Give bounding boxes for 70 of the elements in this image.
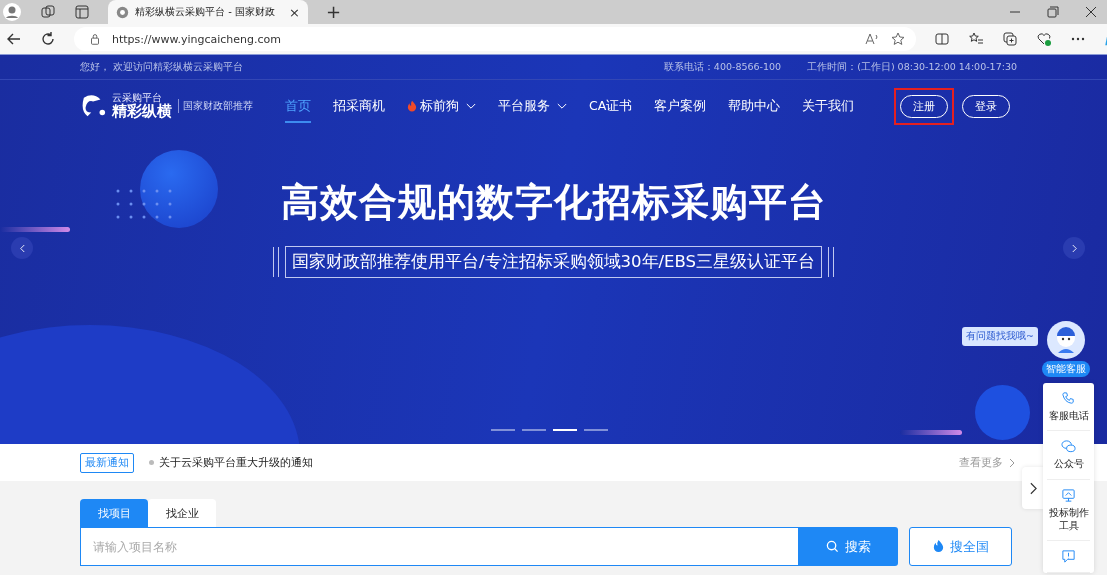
nav-link[interactable]: 客户案例 [654, 89, 707, 123]
bullet-icon [149, 460, 154, 465]
notice-badge: 最新通知 [80, 452, 134, 473]
chevron-left-icon [18, 243, 26, 253]
chevron-right-icon [1009, 457, 1015, 468]
search-button[interactable]: 搜索 [798, 527, 898, 566]
browser-tab[interactable]: 精彩纵横云采购平台 - 国家财政 × [108, 0, 308, 24]
banner-headline: 高效合规的数字化招标采购平台 [280, 179, 827, 226]
search-field[interactable]: 请输入项目名称 [80, 527, 798, 566]
collections-icon[interactable] [1002, 31, 1018, 47]
site-favicon-icon [116, 5, 129, 19]
circle-decoration [975, 385, 1030, 440]
star-icon[interactable] [890, 31, 906, 47]
search-tab[interactable]: 找项目 [80, 499, 148, 527]
tab-close-button[interactable]: × [289, 4, 300, 20]
bracket-decoration [272, 247, 279, 277]
chat-icon [1061, 439, 1076, 455]
phone-icon [1061, 391, 1076, 406]
bracket-decoration [828, 247, 834, 277]
workspaces-icon[interactable] [40, 4, 56, 20]
flame-icon [932, 540, 945, 553]
phone-text: 联系电话：400-8566-100 [663, 60, 782, 74]
chevron-down-icon [557, 102, 567, 110]
nav-link[interactable]: CA证书 [589, 89, 633, 123]
chat-bubble[interactable]: 有问题找我哦~ [962, 327, 1038, 346]
back-icon[interactable] [6, 31, 22, 47]
side-panel-item[interactable]: 客服电话 [1047, 383, 1090, 432]
search-icon [825, 540, 839, 553]
logo-subtitle: 云采购平台 [112, 93, 162, 103]
gradient-stripe [0, 227, 70, 232]
hours-text: 工作时间：(工作日) 08:30-12:00 14:00-17:30 [807, 60, 1017, 74]
profile-icon[interactable] [2, 2, 22, 22]
alert-icon [1061, 549, 1076, 565]
nav-link[interactable]: 帮助中心 [728, 89, 781, 123]
health-icon[interactable] [1036, 31, 1052, 47]
split-screen-icon[interactable] [934, 31, 950, 47]
chevron-right-icon [1029, 481, 1037, 495]
search-tab[interactable]: 找企业 [148, 499, 216, 527]
tab-layout-icon[interactable] [74, 4, 90, 20]
assistant-label[interactable]: 智能客服 [1042, 361, 1090, 377]
tab-title: 精彩纵横云采购平台 - 国家财政 [135, 5, 276, 19]
read-aloud-icon[interactable] [864, 31, 880, 47]
national-search-button[interactable]: 搜全国 [909, 527, 1012, 566]
notice-link[interactable]: 关于云采购平台重大升级的通知 [159, 455, 313, 470]
gradient-stripe [900, 430, 962, 435]
nav-link[interactable]: 首页 [285, 89, 311, 123]
favorites-icon[interactable] [968, 31, 984, 47]
logo-tagline: 国家财政部推荐 [178, 99, 253, 113]
collapse-panel-button[interactable] [1022, 467, 1044, 509]
chevron-right-icon [1070, 243, 1078, 253]
lock-icon [88, 32, 102, 46]
side-panel-item[interactable]: 投标制作工具 [1047, 479, 1090, 542]
assistant-avatar-icon[interactable] [1046, 320, 1086, 360]
logo-text: 精彩纵横 [112, 104, 172, 119]
nav-link[interactable]: 标前狗 [407, 89, 476, 123]
greeting-text: 您好， 欢迎访问精彩纵横云采购平台 [80, 60, 244, 74]
side-panel-item[interactable]: 公众号 [1047, 431, 1090, 480]
new-tab-button[interactable]: + [326, 3, 342, 21]
nav-link[interactable]: 招采商机 [333, 89, 385, 123]
flame-icon [407, 99, 417, 113]
monitor-icon [1061, 487, 1076, 503]
nav-link[interactable]: 关于我们 [802, 89, 855, 123]
address-bar[interactable]: https://www.yingcaicheng.com [74, 27, 916, 51]
chevron-down-icon [466, 102, 476, 110]
banner-subtitle: 国家财政部推荐使用平台/专注招标采购领域30年/EBS三星级认证平台 [284, 246, 822, 278]
refresh-icon[interactable] [40, 31, 56, 47]
close-icon[interactable] [1083, 4, 1099, 20]
logo-icon [80, 94, 108, 118]
nav-link[interactable]: 平台服务 [498, 89, 567, 123]
restore-icon[interactable] [1045, 4, 1061, 20]
